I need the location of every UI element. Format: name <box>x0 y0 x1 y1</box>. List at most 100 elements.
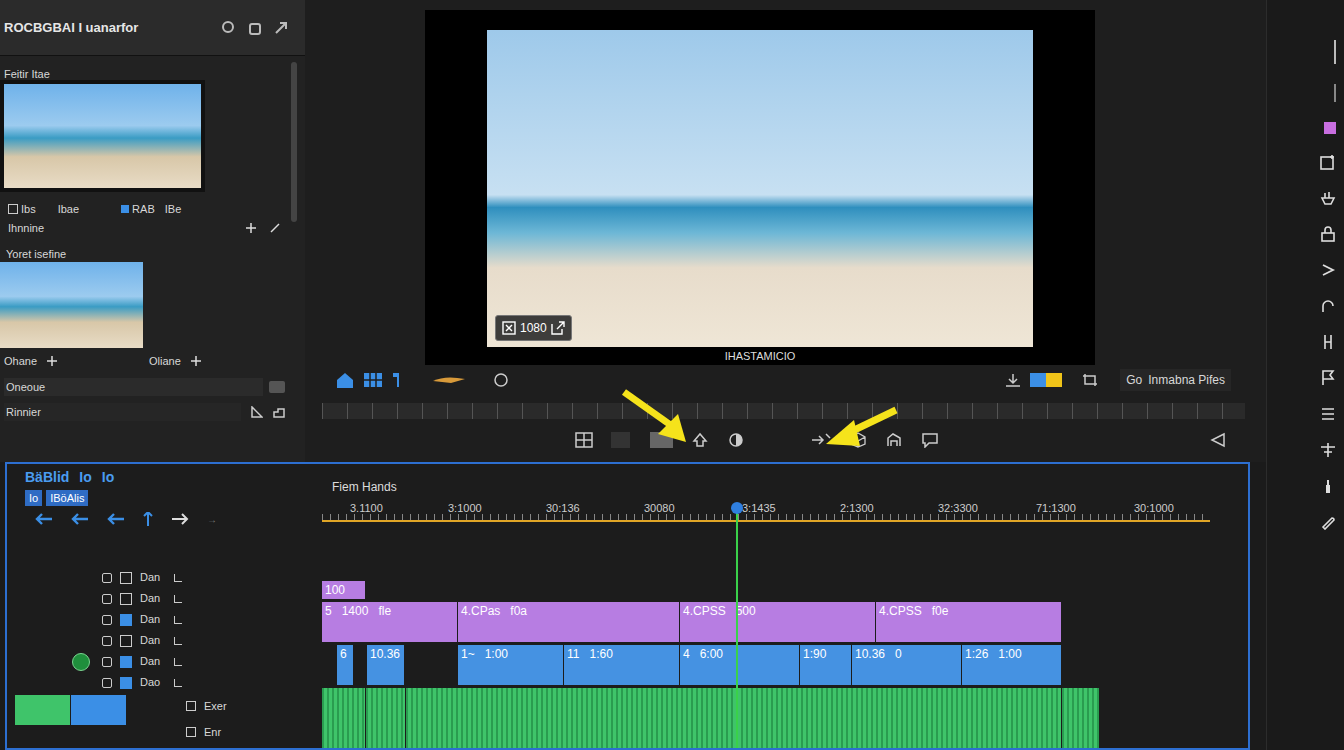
sync-icon[interactable] <box>174 637 182 645</box>
lock-icon[interactable] <box>102 657 112 667</box>
clip[interactable]: 1:261:00 <box>962 645 1062 685</box>
sequence-tab[interactable]: Io <box>102 467 114 488</box>
lock-icon[interactable] <box>102 573 112 583</box>
link-icon[interactable] <box>493 372 509 388</box>
split-icon[interactable] <box>143 512 153 526</box>
move-icon[interactable] <box>246 223 256 233</box>
sequence-title[interactable]: BäBlid <box>25 467 69 488</box>
expand-icon[interactable] <box>270 223 280 233</box>
scrollbar[interactable] <box>291 62 297 222</box>
camera-icon[interactable] <box>885 432 903 448</box>
lock-icon[interactable] <box>102 678 112 688</box>
marker-icon[interactable] <box>391 371 401 389</box>
audio-track-header[interactable]: Enr <box>186 719 227 745</box>
preset-label[interactable]: Inmabna Pifes <box>1148 371 1225 389</box>
enable-icon[interactable] <box>72 653 90 671</box>
arrow-icon[interactable] <box>273 20 289 36</box>
close-icon[interactable] <box>502 321 516 335</box>
clip[interactable]: 51400fle <box>322 602 458 642</box>
clip[interactable]: 10.360 <box>852 645 962 685</box>
list-icon[interactable] <box>1320 406 1336 422</box>
clip-thumbnail[interactable] <box>0 80 205 192</box>
sequence-tab[interactable]: Io <box>79 467 91 488</box>
timeline-canvas[interactable]: Fiem Hands 3.11003:100030:136300803:1435… <box>322 464 1248 748</box>
left-arrow-icon[interactable] <box>71 513 89 525</box>
sync-icon[interactable] <box>174 679 182 687</box>
checkbox-icon[interactable] <box>8 204 18 214</box>
eye-icon[interactable] <box>120 572 132 584</box>
clip[interactable]: 4.CPSS500 <box>680 602 876 642</box>
brush-icon[interactable] <box>1320 478 1336 494</box>
toggle-icon[interactable] <box>269 381 285 393</box>
move-icon[interactable] <box>191 356 201 366</box>
play-icon[interactable] <box>1320 262 1336 278</box>
slider-icon[interactable] <box>611 432 630 448</box>
track-header[interactable]: Dan <box>7 588 322 609</box>
asset-label[interactable]: IBe <box>165 201 182 218</box>
export-icon[interactable] <box>1004 372 1022 388</box>
clip[interactable]: 4.CPSSf0e <box>876 602 1062 642</box>
asset-label[interactable]: Ibs <box>8 201 36 218</box>
eye-icon[interactable] <box>120 677 132 689</box>
track-header[interactable]: Dan <box>7 567 322 588</box>
clip[interactable] <box>366 688 406 748</box>
popout-icon[interactable] <box>551 321 565 335</box>
lock-icon[interactable] <box>1320 226 1336 242</box>
yellow-swatch-icon[interactable] <box>1046 373 1062 387</box>
bin-icon[interactable] <box>247 20 263 36</box>
frame-icon[interactable] <box>1320 154 1336 170</box>
pen-icon[interactable] <box>1320 514 1336 530</box>
sync-icon[interactable] <box>174 595 182 603</box>
clip[interactable]: 1~1:00 <box>458 645 564 685</box>
sync-icon[interactable] <box>174 658 182 666</box>
crop-icon[interactable] <box>1082 373 1098 387</box>
corner-icon[interactable] <box>251 406 263 418</box>
asset-label[interactable]: Ohane <box>0 353 145 370</box>
field-label[interactable]: Rinnier <box>4 403 241 421</box>
asset-label[interactable]: RAB <box>121 201 155 218</box>
eye-icon[interactable] <box>120 614 132 626</box>
clip[interactable]: 4.CPasf0a <box>458 602 680 642</box>
clip[interactable]: 111:60 <box>564 645 680 685</box>
back-icon[interactable] <box>1210 432 1226 448</box>
track-header[interactable]: Dan <box>7 609 322 630</box>
color-swatch-icon[interactable] <box>1324 122 1336 134</box>
search-icon[interactable] <box>221 20 237 36</box>
clip[interactable] <box>322 688 366 748</box>
left-arrow-icon[interactable] <box>107 513 125 525</box>
eye-icon[interactable] <box>120 656 132 668</box>
flag-icon[interactable] <box>1320 370 1336 386</box>
audio-track-header[interactable]: Exer <box>186 693 227 719</box>
eye-icon[interactable] <box>120 635 132 647</box>
clip[interactable]: 1:90 <box>800 645 852 685</box>
move-icon[interactable] <box>47 356 57 366</box>
lock-icon[interactable] <box>102 594 112 604</box>
trim-icon[interactable] <box>1320 334 1336 350</box>
clip[interactable] <box>406 688 1062 748</box>
clip[interactable]: 10.36 <box>367 645 405 685</box>
track-header[interactable]: Dao <box>7 672 322 693</box>
insert-icon[interactable] <box>811 432 831 448</box>
stairs-icon[interactable] <box>273 406 285 418</box>
blue-swatch-icon[interactable] <box>1030 373 1046 387</box>
clip[interactable] <box>1062 688 1100 748</box>
home-icon[interactable] <box>335 371 355 389</box>
track-header[interactable]: Dan <box>7 651 322 672</box>
grid-icon[interactable] <box>363 371 383 389</box>
left-arrow-icon[interactable] <box>35 513 53 525</box>
playhead-handle-icon[interactable] <box>731 502 743 514</box>
clip-thumbnail[interactable] <box>0 262 143 348</box>
sync-icon[interactable] <box>174 616 182 624</box>
clip[interactable]: 6 <box>337 645 354 685</box>
resolution-badge[interactable]: 1080 <box>495 315 572 341</box>
asset-label[interactable]: Ibae <box>58 201 79 218</box>
eye-icon[interactable] <box>120 593 132 605</box>
record-icon[interactable] <box>727 432 745 448</box>
lift-icon[interactable] <box>691 432 709 448</box>
hand-icon[interactable] <box>1320 190 1336 206</box>
lock-icon[interactable] <box>102 615 112 625</box>
track-tab[interactable]: IBöAlis <box>46 490 88 507</box>
lock-icon[interactable] <box>102 636 112 646</box>
monitor-icon[interactable] <box>186 727 196 737</box>
comment-icon[interactable] <box>921 432 939 448</box>
